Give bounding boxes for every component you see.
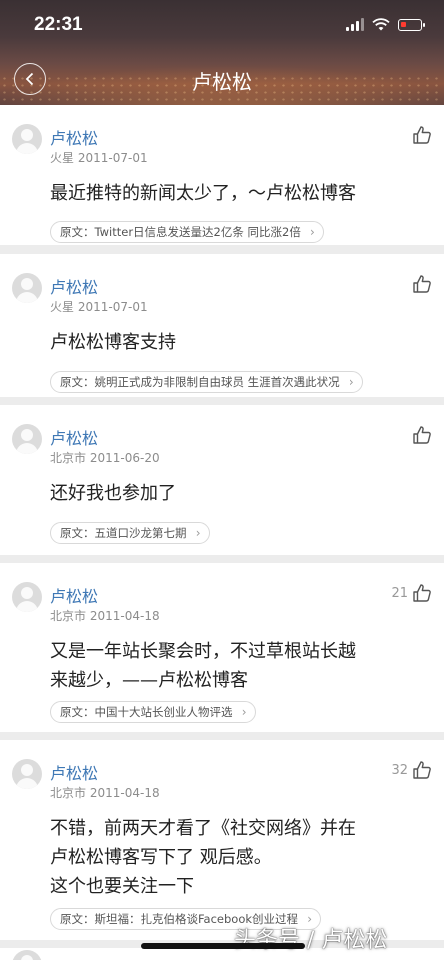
post-date: 2011-07-01: [77, 300, 148, 314]
comment-line: 还好我也参加了: [50, 483, 176, 504]
post-location: 火星: [50, 300, 75, 314]
post-meta: 北京市 2011-04-18: [50, 784, 160, 801]
comment-line: 这个也要关注一下: [50, 876, 194, 897]
chevron-right-icon: ›: [348, 375, 354, 389]
comment-text: 还好我也参加了: [50, 479, 430, 508]
post-meta: 火星 2011-07-01: [50, 149, 148, 166]
like-button[interactable]: [408, 425, 432, 445]
comment-text: 不错，前两天才看了《社交网络》并在 卢松松博客写下了 观后感。 这个也要关注一下: [50, 814, 430, 901]
comment-line: 最近推特的新闻太少了，～卢松松博客: [50, 183, 356, 204]
comment-text: 最近推特的新闻太少了，～卢松松博客: [50, 179, 430, 208]
original-article-link[interactable]: 原文：五道口沙龙第七期 ›: [50, 522, 210, 544]
author-name[interactable]: 卢松松: [50, 425, 98, 449]
post-location: 北京市: [50, 786, 87, 800]
thumbs-up-icon: [413, 426, 431, 444]
comment-text: 卢松松博客支持: [50, 328, 430, 357]
thumbs-up-icon: [413, 761, 431, 779]
battery-icon: [398, 18, 425, 31]
original-article-text: 原文：中国十大站长创业人物评选: [60, 705, 233, 719]
chevron-right-icon: ›: [195, 526, 201, 540]
comment-line: 不错，前两天才看了《社交网络》并在: [50, 818, 356, 839]
post-location: 北京市: [50, 451, 87, 465]
original-article-link[interactable]: 原文：姚明正式成为非限制自由球员 生涯首次遇此状况 ›: [50, 371, 363, 393]
comment-line: 卢松松博客支持: [50, 332, 176, 353]
post-meta: 火星 2011-07-01: [50, 298, 148, 315]
post-location: 火星: [50, 151, 75, 165]
post-meta: 北京市 2011-04-18: [50, 607, 160, 624]
post-date: 2011-04-18: [89, 786, 160, 800]
status-icons: [346, 18, 425, 31]
home-indicator[interactable]: [141, 943, 305, 949]
original-article-link[interactable]: 原文：Twitter日信息发送量达2亿条 同比涨2倍 ›: [50, 221, 324, 243]
like-count: 32: [391, 762, 408, 778]
like-button[interactable]: 32: [391, 760, 432, 780]
chevron-right-icon: ›: [241, 705, 247, 719]
comment-card[interactable]: 卢松松 北京市 2011-06-20 还好我也参加了 原文：五道口沙龙第七期 ›: [0, 405, 444, 555]
author-name[interactable]: 卢松松: [50, 583, 98, 607]
default-avatar-icon[interactable]: [12, 124, 42, 154]
original-article-text: 原文：Twitter日信息发送量达2亿条 同比涨2倍: [60, 225, 301, 239]
chevron-right-icon: ›: [310, 225, 315, 239]
status-time: 22:31: [34, 14, 83, 35]
watermark: 头条号 / 卢松松: [234, 928, 388, 953]
default-avatar-icon[interactable]: [12, 273, 42, 303]
like-button[interactable]: 21: [391, 583, 432, 603]
post-location: 北京市: [50, 609, 87, 623]
post-meta: 北京市 2011-06-20: [50, 449, 160, 466]
post-date: 2011-06-20: [89, 451, 160, 465]
comment-text: 又是一年站长聚会时，不过草根站长越 来越少，——卢松松博客: [50, 637, 430, 695]
thumbs-up-icon: [413, 275, 431, 293]
thumbs-up-icon: [413, 584, 431, 602]
like-count: 21: [391, 585, 408, 601]
comment-card[interactable]: 卢松松 火星 2011-07-01 卢松松博客支持 原文：姚明正式成为非限制自由…: [0, 254, 444, 397]
page-title: 卢松松: [192, 70, 252, 94]
like-button[interactable]: [408, 125, 432, 145]
author-name[interactable]: 卢松松: [50, 760, 98, 784]
like-button[interactable]: [408, 274, 432, 294]
author-name[interactable]: 卢松松: [50, 125, 98, 149]
original-article-text: 原文：五道口沙龙第七期: [60, 526, 187, 540]
default-avatar-icon[interactable]: [12, 582, 42, 612]
post-date: 2011-07-01: [77, 151, 148, 165]
comment-line: 卢松松博客写下了 观后感。: [50, 847, 272, 868]
comment-card[interactable]: 卢松松 北京市 2011-04-18 21 又是一年站长聚会时，不过草根站长越 …: [0, 563, 444, 732]
default-avatar-icon[interactable]: [12, 950, 42, 960]
thumbs-up-icon: [413, 126, 431, 144]
comment-card[interactable]: 卢松松 北京市 2011-04-18 32 不错，前两天才看了《社交网络》并在 …: [0, 740, 444, 940]
default-avatar-icon[interactable]: [12, 759, 42, 789]
comment-card[interactable]: 卢松松 火星 2011-07-01 最近推特的新闻太少了，～卢松松博客 原文：T…: [0, 105, 444, 245]
post-date: 2011-04-18: [89, 609, 160, 623]
author-name[interactable]: 卢松松: [50, 274, 98, 298]
comment-line: 又是一年站长聚会时，不过草根站长越: [50, 641, 356, 662]
original-article-link[interactable]: 原文：中国十大站长创业人物评选 ›: [50, 701, 256, 723]
original-article-text: 原文：姚明正式成为非限制自由球员 生涯首次遇此状况: [60, 375, 340, 389]
wifi-icon: [372, 18, 390, 31]
signal-icon: [346, 18, 364, 31]
comment-line: 来越少，——卢松松博客: [50, 670, 248, 691]
default-avatar-icon[interactable]: [12, 424, 42, 454]
top-bar: 22:31 卢松松: [0, 0, 444, 105]
